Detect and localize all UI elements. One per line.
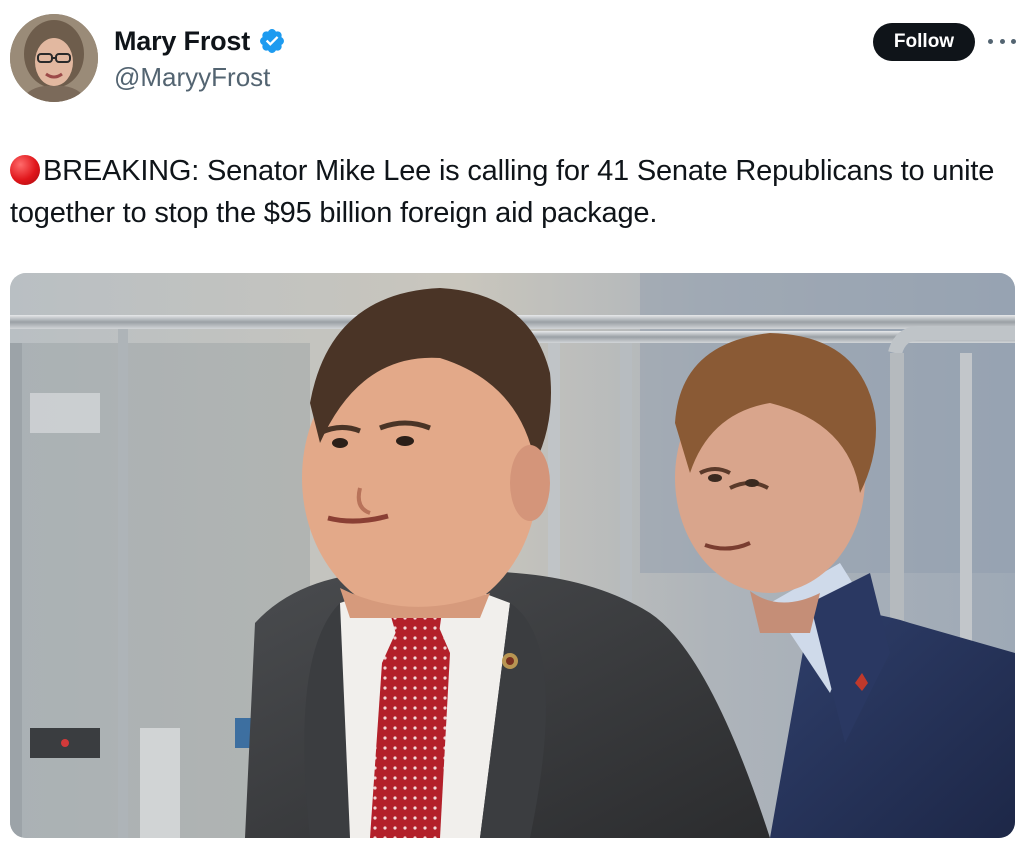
profile-photo	[10, 14, 98, 102]
red-circle-emoji	[10, 155, 40, 185]
tweet-body: BREAKING: Senator Mike Lee is calling fo…	[10, 155, 995, 229]
avatar[interactable]	[10, 14, 98, 102]
author-row: Mary Frost	[114, 24, 286, 58]
more-dot	[1011, 38, 1016, 44]
verified-badge-icon	[258, 27, 286, 55]
author-handle[interactable]: @MaryyFrost	[114, 60, 270, 94]
photo-senators	[10, 273, 1015, 838]
more-dot	[999, 38, 1005, 44]
tweet-photo[interactable]	[10, 273, 1015, 838]
follow-button[interactable]: Follow	[873, 23, 975, 61]
more-icon[interactable]	[988, 30, 1016, 52]
more-dot	[988, 38, 993, 44]
tweet-text: BREAKING: Senator Mike Lee is calling fo…	[10, 150, 1010, 234]
display-name[interactable]: Mary Frost	[114, 24, 250, 58]
